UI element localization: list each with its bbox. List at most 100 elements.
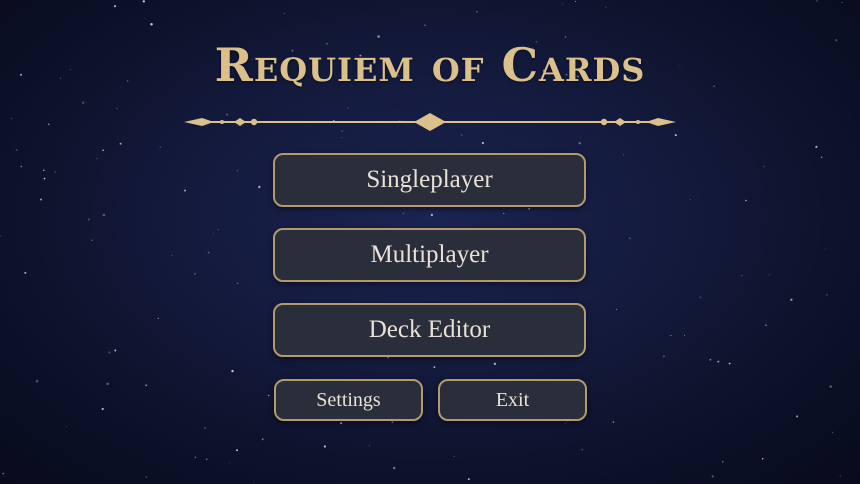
- star: [717, 360, 720, 363]
- star: [102, 149, 104, 152]
- star: [267, 394, 270, 397]
- star: [467, 478, 470, 481]
- star: [829, 385, 832, 388]
- star: [20, 165, 23, 168]
- star: [236, 170, 239, 172]
- star: [578, 142, 581, 145]
- star: [228, 462, 230, 464]
- star: [761, 458, 764, 460]
- star: [824, 248, 826, 250]
- star: [721, 460, 724, 463]
- multiplayer-button[interactable]: Multiplayer: [273, 228, 586, 282]
- star: [763, 166, 765, 168]
- star: [670, 334, 672, 336]
- ornamental-divider: [184, 113, 676, 131]
- star: [699, 296, 702, 299]
- star: [796, 415, 799, 418]
- star: [43, 169, 45, 172]
- star: [831, 431, 834, 434]
- star: [629, 237, 631, 239]
- star: [709, 358, 712, 361]
- game-title: Requiem of Cards: [214, 38, 646, 92]
- star: [237, 282, 239, 284]
- star: [622, 154, 624, 156]
- star: [674, 134, 677, 137]
- star: [236, 449, 238, 452]
- star: [841, 2, 843, 3]
- star: [2, 472, 5, 475]
- star: [113, 5, 117, 8]
- star: [183, 189, 187, 192]
- star: [368, 445, 370, 447]
- star: [0, 234, 1, 237]
- star: [171, 254, 173, 257]
- star: [96, 158, 98, 160]
- star: [323, 445, 326, 448]
- star: [91, 239, 93, 242]
- star: [204, 427, 207, 429]
- star: [684, 334, 685, 336]
- star: [481, 141, 485, 145]
- star: [430, 213, 434, 217]
- star: [768, 274, 770, 276]
- star: [108, 351, 111, 354]
- star: [347, 107, 349, 109]
- star: [740, 274, 743, 277]
- star: [711, 475, 714, 478]
- star: [150, 22, 153, 26]
- star: [207, 251, 210, 254]
- star: [424, 24, 426, 26]
- deck-editor-button[interactable]: Deck Editor: [273, 303, 586, 357]
- star: [564, 422, 567, 424]
- star: [65, 425, 67, 427]
- star: [193, 272, 196, 275]
- star: [159, 146, 161, 148]
- star: [258, 185, 261, 189]
- star: [81, 101, 85, 104]
- star: [11, 118, 13, 120]
- star: [35, 379, 39, 383]
- star: [391, 421, 394, 424]
- star: [574, 0, 577, 2]
- star: [528, 207, 530, 210]
- star: [839, 475, 841, 477]
- star: [476, 11, 478, 13]
- star: [114, 349, 117, 352]
- star: [433, 366, 436, 369]
- star: [102, 213, 106, 217]
- star: [612, 421, 615, 423]
- star: [47, 123, 50, 126]
- star: [745, 199, 747, 202]
- star: [194, 456, 197, 459]
- star: [562, 3, 564, 5]
- exit-button[interactable]: Exit: [438, 379, 587, 421]
- star: [460, 134, 463, 136]
- star: [116, 107, 118, 110]
- star: [206, 458, 208, 460]
- star: [826, 294, 828, 296]
- star: [816, 0, 818, 2]
- star: [387, 356, 389, 359]
- star: [605, 6, 607, 8]
- star: [15, 148, 18, 151]
- star: [662, 355, 665, 358]
- star: [820, 156, 823, 159]
- star: [212, 233, 214, 235]
- star: [765, 324, 767, 326]
- settings-button[interactable]: Settings: [274, 379, 423, 421]
- star: [283, 12, 285, 14]
- singleplayer-button[interactable]: Singleplayer: [273, 153, 586, 207]
- star: [142, 0, 145, 3]
- star: [581, 449, 583, 451]
- star: [24, 271, 27, 274]
- star: [87, 218, 90, 221]
- star: [493, 362, 497, 366]
- star: [790, 298, 793, 301]
- star: [341, 137, 343, 138]
- star: [231, 369, 234, 373]
- star: [689, 199, 691, 200]
- star: [157, 317, 159, 319]
- star: [217, 229, 219, 230]
- star: [261, 438, 264, 441]
- star: [54, 171, 56, 173]
